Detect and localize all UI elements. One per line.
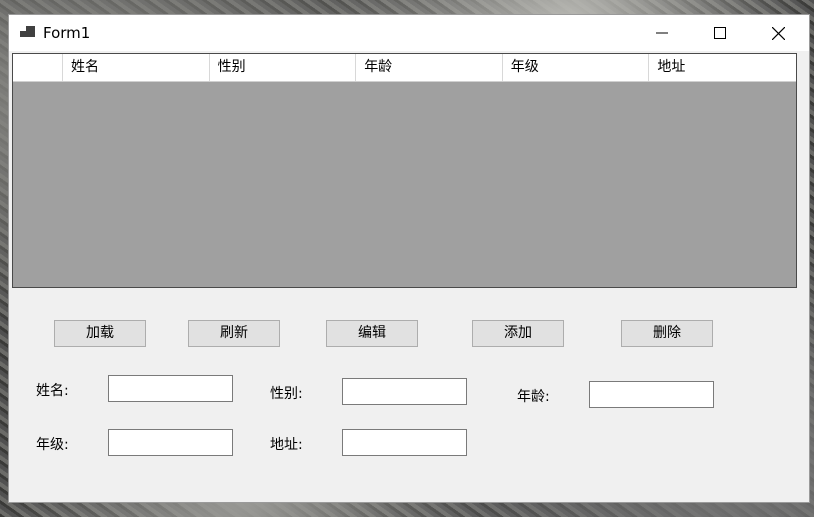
minimize-icon [656,32,668,34]
window-title: Form1 [43,24,91,42]
name-input[interactable] [108,375,233,402]
name-label: 姓名: [36,383,69,399]
column-header-gender[interactable]: 性别 [210,54,357,81]
address-input[interactable] [342,429,467,456]
grade-input[interactable] [108,429,233,456]
maximize-icon [714,27,726,39]
address-label: 地址: [270,437,303,453]
gender-label: 性别: [270,386,303,402]
age-label: 年龄: [517,389,550,405]
add-button[interactable]: 添加 [472,320,564,347]
grade-label: 年级: [36,437,69,453]
load-button[interactable]: 加载 [54,320,146,347]
form1-window: Form1 姓名 性别 年龄 年级 地址 加载 刷新 编辑 添加 删除 姓名: … [9,15,809,502]
edit-button[interactable]: 编辑 [326,320,418,347]
age-input[interactable] [589,381,714,408]
delete-button[interactable]: 删除 [621,320,713,347]
refresh-button[interactable]: 刷新 [188,320,280,347]
form-app-icon [20,26,35,37]
column-header-age[interactable]: 年龄 [356,54,503,81]
grid-header: 姓名 性别 年龄 年级 地址 [13,54,796,82]
column-header-address[interactable]: 地址 [649,54,796,81]
column-header-grade[interactable]: 年级 [503,54,650,81]
student-data-grid[interactable]: 姓名 性别 年龄 年级 地址 [12,53,797,288]
close-button[interactable] [755,15,801,51]
column-header-name[interactable]: 姓名 [63,54,210,81]
title-bar[interactable]: Form1 [9,15,809,51]
minimize-button[interactable] [639,15,685,51]
close-icon [771,26,785,40]
row-header-corner[interactable] [13,54,63,81]
maximize-button[interactable] [697,15,743,51]
gender-input[interactable] [342,378,467,405]
